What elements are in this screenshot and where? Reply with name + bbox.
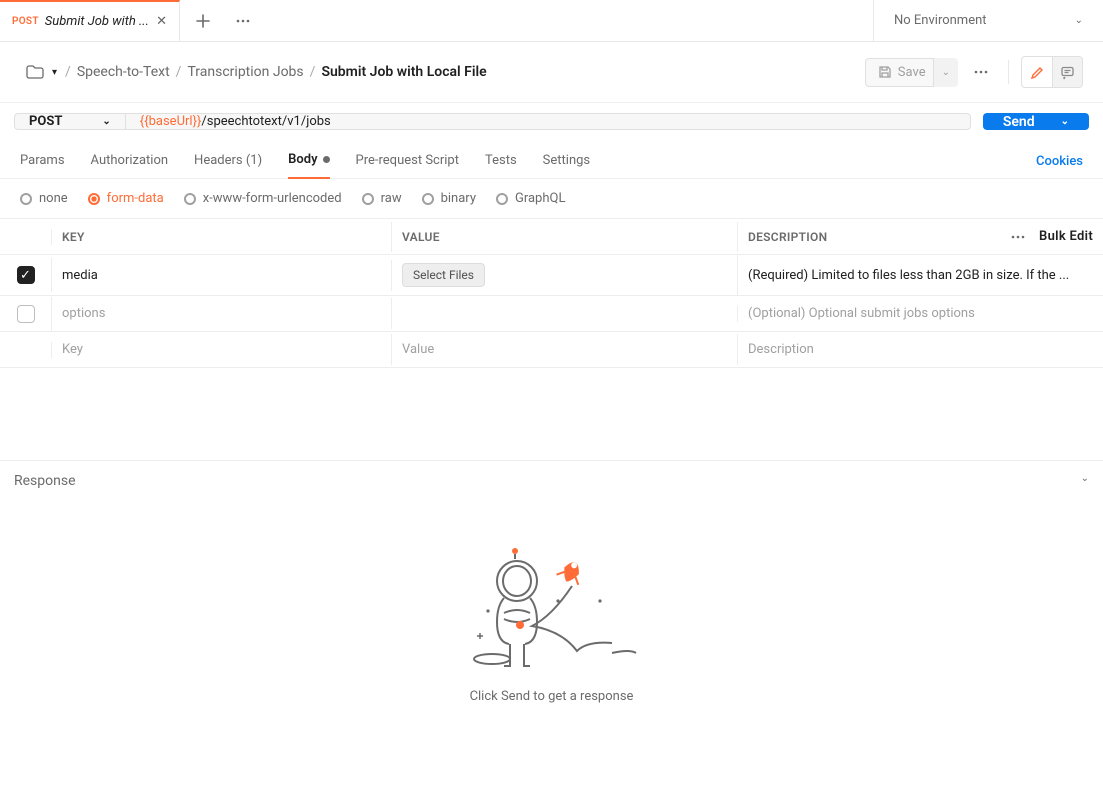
chevron-down-icon: ⌄ bbox=[1061, 116, 1069, 127]
row-checkbox[interactable]: ✓ bbox=[17, 266, 35, 284]
send-label: Send bbox=[1003, 114, 1035, 130]
response-empty-message: Click Send to get a response bbox=[470, 689, 634, 704]
radio-icon bbox=[184, 193, 196, 205]
table-row: Key Value Description bbox=[0, 332, 1103, 368]
request-header-row: ▾ / Speech-to-Text / Transcription Jobs … bbox=[0, 42, 1103, 103]
astronaut-illustration bbox=[462, 541, 642, 681]
more-icon[interactable] bbox=[1011, 235, 1025, 239]
radio-raw[interactable]: raw bbox=[362, 191, 402, 206]
folder-icon[interactable] bbox=[26, 65, 44, 79]
header-actions: Save ⌄ bbox=[865, 56, 1083, 88]
divider bbox=[1008, 60, 1009, 84]
table-row: options (Optional) Optional submit jobs … bbox=[0, 296, 1103, 332]
tab-headers[interactable]: Headers (1) bbox=[194, 145, 262, 178]
response-empty-state: Click Send to get a response bbox=[0, 501, 1103, 774]
radio-binary[interactable]: binary bbox=[422, 191, 476, 206]
radio-formdata[interactable]: form-data bbox=[88, 191, 164, 206]
save-button[interactable]: Save bbox=[865, 58, 939, 87]
tab-tests[interactable]: Tests bbox=[485, 145, 517, 178]
tab-body[interactable]: Body bbox=[288, 144, 329, 179]
row-value-placeholder[interactable]: Value bbox=[392, 334, 738, 365]
response-header: Response ⌄ bbox=[0, 461, 1103, 501]
tab-title: Submit Job with ... bbox=[45, 14, 150, 29]
save-icon bbox=[878, 65, 892, 79]
breadcrumb-current: Submit Job with Local File bbox=[321, 64, 486, 80]
url-input[interactable]: {{baseUrl}}/speechtotext/v1/jobs bbox=[126, 114, 345, 129]
environment-label: No Environment bbox=[894, 13, 987, 28]
method-url-field: POST ⌄ {{baseUrl}}/speechtotext/v1/jobs bbox=[14, 113, 971, 130]
more-icon bbox=[974, 70, 988, 74]
environment-select[interactable]: No Environment ⌄ bbox=[873, 0, 1103, 41]
method-select[interactable]: POST ⌄ bbox=[15, 114, 126, 129]
row-key[interactable]: media bbox=[52, 260, 392, 291]
row-description[interactable]: (Required) Limited to files less than 2G… bbox=[738, 260, 1103, 291]
row-key[interactable]: options bbox=[52, 298, 392, 329]
comment-button[interactable] bbox=[1052, 57, 1082, 87]
tab-actions bbox=[180, 0, 266, 41]
table-row: ✓ media Select Files (Required) Limited … bbox=[0, 255, 1103, 296]
save-label: Save bbox=[898, 65, 926, 80]
tab-body-label: Body bbox=[288, 152, 317, 167]
col-value: VALUE bbox=[392, 222, 738, 252]
table-header: KEY VALUE DESCRIPTION Bulk Edit bbox=[0, 219, 1103, 255]
row-checkbox[interactable] bbox=[17, 305, 35, 323]
edit-button[interactable] bbox=[1022, 57, 1052, 87]
request-subtabs: Params Authorization Headers (1) Body Pr… bbox=[0, 140, 1103, 179]
close-icon[interactable]: ✕ bbox=[156, 14, 167, 29]
radio-graphql[interactable]: GraphQL bbox=[496, 191, 565, 206]
formdata-table: KEY VALUE DESCRIPTION Bulk Edit ✓ media … bbox=[0, 218, 1103, 368]
row-value[interactable] bbox=[392, 306, 738, 322]
radio-none[interactable]: none bbox=[20, 191, 68, 206]
breadcrumb-item[interactable]: Transcription Jobs bbox=[187, 64, 303, 80]
row-description[interactable]: (Optional) Optional submit jobs options bbox=[738, 298, 1103, 329]
chevron-down-icon[interactable]: ⌄ bbox=[1081, 473, 1089, 489]
method-label: POST bbox=[29, 114, 62, 129]
more-options-button[interactable] bbox=[966, 57, 996, 87]
url-path: /speechtotext/v1/jobs bbox=[201, 114, 330, 129]
bulk-edit-button[interactable]: Bulk Edit bbox=[1039, 229, 1093, 244]
breadcrumb: / Speech-to-Text / Transcription Jobs / … bbox=[65, 64, 487, 80]
col-key: KEY bbox=[52, 222, 392, 252]
tabs-bar: POST Submit Job with ... ✕ No Environmen… bbox=[0, 0, 1103, 42]
tab-authorization[interactable]: Authorization bbox=[91, 145, 169, 178]
chevron-down-icon: ⌄ bbox=[102, 116, 110, 127]
tab-params[interactable]: Params bbox=[20, 145, 65, 178]
send-button[interactable]: Send ⌄ bbox=[983, 113, 1089, 130]
plus-icon[interactable] bbox=[196, 14, 210, 28]
tab-method-badge: POST bbox=[12, 16, 39, 27]
pencil-icon bbox=[1030, 65, 1045, 80]
radio-icon bbox=[20, 193, 32, 205]
chevron-down-icon: ⌄ bbox=[1075, 15, 1083, 26]
url-variable: {{baseUrl}} bbox=[140, 114, 202, 129]
tab-settings[interactable]: Settings bbox=[543, 145, 590, 178]
view-mode-group bbox=[1021, 56, 1083, 88]
unsaved-dot-icon bbox=[323, 156, 330, 163]
chevron-down-icon: ⌄ bbox=[942, 67, 950, 78]
row-key-placeholder[interactable]: Key bbox=[52, 334, 392, 365]
radio-icon bbox=[88, 193, 100, 205]
response-title: Response bbox=[14, 473, 76, 489]
comment-icon bbox=[1060, 65, 1075, 80]
radio-xwww[interactable]: x-www-form-urlencoded bbox=[184, 191, 342, 206]
request-url-row: POST ⌄ {{baseUrl}}/speechtotext/v1/jobs … bbox=[0, 103, 1103, 140]
select-files-button[interactable]: Select Files bbox=[402, 263, 485, 287]
tab-prerequest[interactable]: Pre-request Script bbox=[356, 145, 459, 178]
cookies-link[interactable]: Cookies bbox=[1036, 154, 1083, 169]
breadcrumb-item[interactable]: Speech-to-Text bbox=[77, 64, 170, 80]
radio-icon bbox=[362, 193, 374, 205]
row-desc-placeholder[interactable]: Description bbox=[738, 334, 1103, 365]
save-dropdown[interactable]: ⌄ bbox=[933, 58, 958, 87]
col-description: DESCRIPTION bbox=[748, 230, 827, 244]
radio-icon bbox=[496, 193, 508, 205]
request-tab[interactable]: POST Submit Job with ... ✕ bbox=[0, 0, 180, 41]
body-type-row: none form-data x-www-form-urlencoded raw… bbox=[0, 179, 1103, 218]
chevron-down-icon[interactable]: ▾ bbox=[52, 67, 57, 78]
radio-icon bbox=[422, 193, 434, 205]
more-icon[interactable] bbox=[236, 19, 250, 23]
response-section: Response ⌄ bbox=[0, 460, 1103, 774]
